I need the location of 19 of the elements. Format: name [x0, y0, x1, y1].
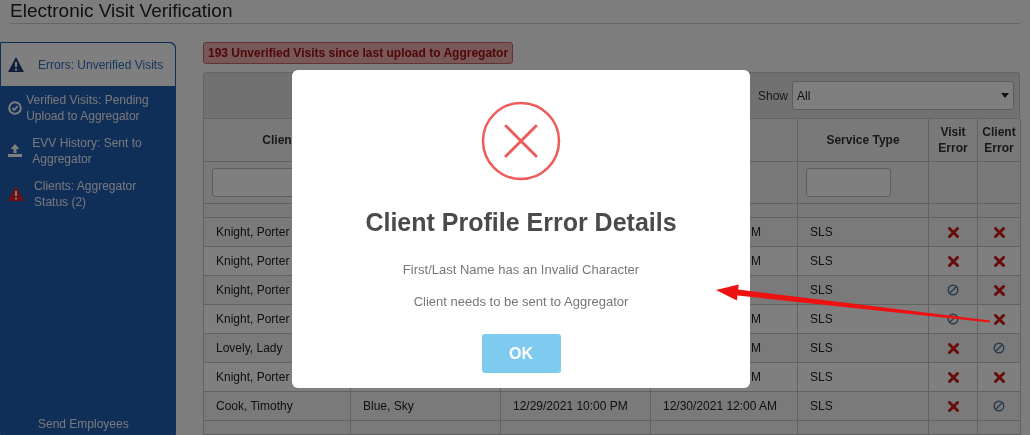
sidebar-item[interactable]: EVV History: Sent to Aggregator: [1, 129, 175, 172]
caret-icon: [1001, 93, 1009, 98]
error-circle-icon: [481, 101, 561, 181]
sidebar-item[interactable]: Verified Visits: Pending Upload to Aggregator: [1, 86, 175, 129]
dialog-message: Client needs to be sent to Aggregator: [413, 293, 629, 311]
alert-banner: 193 Unverified Visits since last upload to Aggregator: [203, 42, 514, 64]
filter-field[interactable]: [806, 168, 891, 197]
page-title: Electronic Visit Verification: [10, 0, 233, 22]
warning-icon: [8, 57, 24, 72]
sidebar-item[interactable]: Errors: Unverified Visits: [1, 43, 175, 86]
show-dropdown[interactable]: All: [792, 81, 1014, 110]
warning-icon: [8, 186, 24, 201]
sidebar-item[interactable]: Clients: Aggregator Status (2): [1, 172, 175, 215]
check-circle-icon: [8, 100, 22, 115]
upload-icon: [8, 144, 22, 157]
ok-button[interactable]: OK: [481, 334, 561, 373]
dialog-message: First/Last Name has an Invalid Character: [402, 261, 640, 279]
show-label: Show: [757, 87, 788, 105]
send-employees-link[interactable]: Send Employees: [38, 415, 129, 433]
